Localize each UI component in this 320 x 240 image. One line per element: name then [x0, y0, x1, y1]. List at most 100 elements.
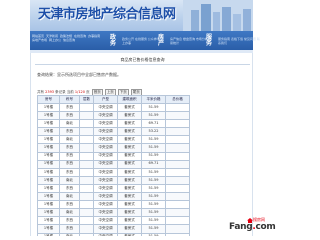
nav-link[interactable]: 房地产市场 — [32, 38, 47, 42]
table-cell — [79, 135, 94, 145]
table-cell: 东西 — [59, 216, 80, 226]
table-cell — [79, 232, 94, 236]
results-table: 房号 栋号 层数 户型 建筑面积 平米价格 总价格 1号楼 东西 中央空调 套房式 51… — [37, 95, 190, 236]
table-cell: 中央空调 — [93, 208, 118, 218]
table-cell — [165, 143, 190, 153]
divider — [35, 64, 250, 65]
table-row[interactable]: 1号楼 东西 中央空调 套房式 51.59 — [37, 143, 190, 153]
pager-suffix: 页 — [86, 90, 90, 94]
column-header[interactable]: 总价格 — [165, 95, 190, 104]
table-cell: 南北 — [59, 192, 80, 202]
table-cell: 51.59 — [141, 200, 166, 210]
table-row[interactable]: 1号楼 南北 中央空调 套房式 69.71 — [37, 119, 190, 129]
table-row[interactable]: 1号楼 东西 中央空调 套房式 51.59 — [37, 111, 190, 121]
table-row[interactable]: 1号楼 东西 中央空调 套房式 69.71 — [37, 159, 190, 169]
nav-link[interactable]: 网上办公 — [49, 38, 61, 42]
column-header[interactable]: 层数 — [79, 95, 94, 104]
table-cell: 1号楼 — [37, 200, 60, 210]
table-row[interactable]: 1号楼 东西 中央空调 套房式 51.59 — [37, 224, 190, 234]
fang-logo[interactable]: 搜房网 Fang.com — [227, 217, 277, 236]
table-row[interactable]: 1号楼 东西 中央空调 套房式 51.59 — [37, 102, 190, 113]
table-cell: 69.71 — [141, 119, 166, 129]
table-cell: 中央空调 — [93, 127, 118, 137]
table-cell — [165, 200, 190, 210]
table-cell: 南北 — [59, 119, 80, 129]
nav-block-heading: 政务 — [110, 33, 117, 47]
table-cell: 1号楼 — [37, 102, 60, 113]
table-cell: 51.59 — [141, 216, 166, 226]
table-cell: 东西 — [59, 127, 80, 137]
table-row[interactable]: 1号楼南北 中央空调套房式51.59 — [37, 175, 190, 185]
table-cell: 套房式 — [117, 232, 142, 236]
pager-prefix: 共有 — [37, 90, 44, 94]
table-cell: 东西 — [59, 200, 80, 210]
table-row[interactable]: 1号楼 东西 中央空调 套房式 53.22 — [37, 127, 190, 137]
table-cell: 东西 — [59, 167, 80, 177]
table-cell: 东西 — [59, 159, 80, 169]
table-cell — [165, 159, 190, 169]
table-cell: 套房式 — [117, 159, 142, 169]
table-cell: 51.59 — [141, 151, 166, 161]
table-cell: 1号楼 — [37, 208, 60, 218]
table-cell: 中央空调 — [93, 183, 118, 194]
table-row[interactable]: 1号楼 东西 中央空调 套房式 51.59 — [37, 216, 190, 226]
table-row[interactable]: 1号楼南北 中央空调套房式51.59 — [37, 232, 190, 236]
table-cell: 中央空调 — [93, 102, 118, 113]
table-cell: 1号楼 — [37, 167, 60, 177]
nav-block-service[interactable]: 服务 服务指南 表格下载 常见问题 联系我们 — [206, 33, 262, 48]
table-row[interactable]: 1号楼 东西 中央空调 套房式 51.59 — [37, 151, 190, 161]
table-cell: 南北 — [59, 135, 80, 145]
site-title[interactable]: 天津市房地产综合信息网 — [38, 3, 176, 22]
table-cell: 套房式 — [117, 151, 142, 161]
nav-link[interactable]: 信息查询 — [63, 38, 75, 42]
table-cell — [79, 183, 94, 194]
table-cell: 1号楼 — [37, 159, 60, 169]
table-row[interactable]: 1号楼 东西 中央空调 套房式 51.59 — [37, 167, 190, 177]
table-cell: 1号楼 — [37, 119, 60, 129]
table-cell: 东西 — [59, 143, 80, 153]
column-header[interactable]: 平米价格 — [141, 95, 166, 104]
logo-wordmark-tld: com — [255, 222, 276, 232]
table-cell: 南北 — [59, 175, 80, 185]
table-cell: 中央空调 — [93, 159, 118, 169]
table-cell: 东西 — [59, 111, 80, 121]
nav-link[interactable]: 在线咨询 — [74, 34, 86, 38]
table-cell: 中央空调 — [93, 111, 118, 121]
page-title: 商品房已售价格信息查询 — [120, 57, 165, 62]
nav-link[interactable]: 办事指南 — [88, 34, 100, 38]
nav-block-heading: 房产 — [158, 33, 165, 47]
column-header[interactable]: 房号 — [37, 95, 60, 104]
table-cell — [79, 127, 94, 137]
table-row[interactable]: 1号楼南北 中央空调套房式51.59 — [37, 135, 190, 145]
table-row[interactable]: 1号楼 东西 中央空调 套房式 51.59 — [37, 200, 190, 210]
table-cell — [165, 216, 190, 226]
column-header[interactable]: 户型 — [93, 95, 118, 104]
table-cell — [165, 192, 190, 202]
column-header[interactable]: 栋号 — [59, 95, 80, 104]
page: 天津市房地产综合信息网 网站首页 天津新闻 政策法规 在线咨询 办事指南房地产市场 网上办… — [0, 0, 277, 236]
table-cell: 东西 — [59, 151, 80, 161]
table-cell: 1号楼 — [37, 216, 60, 226]
nav-link-group: 网站首页 天津新闻 政策法规 在线咨询 办事指南房地产市场 网上办公 信息查询 — [32, 34, 108, 42]
table-cell: 51.59 — [141, 135, 166, 145]
table-row[interactable]: 1号楼 东西 中央空调 套房式 51.59 — [37, 183, 190, 194]
table-row[interactable]: 1号楼南北 中央空调套房式51.59 — [37, 208, 190, 218]
table-cell — [79, 111, 94, 121]
table-cell: 套房式 — [117, 111, 142, 121]
table-cell — [79, 167, 94, 177]
table-cell: 套房式 — [117, 192, 142, 202]
table-row[interactable]: 1号楼南北 中央空调套房式51.59 — [37, 192, 190, 202]
table-cell: 51.59 — [141, 208, 166, 218]
table-cell: 套房式 — [117, 224, 142, 234]
table-cell: 东西 — [59, 102, 80, 113]
result-message: 查询结果：显示所选项目中全部已售房产数据。 — [37, 72, 121, 77]
table-cell: 1号楼 — [37, 224, 60, 234]
table-cell: 中央空调 — [93, 224, 118, 234]
nav-block-links[interactable]: 服务指南 表格下载 常见问题 联系我们 — [218, 37, 262, 45]
column-header[interactable]: 建筑面积 — [117, 95, 142, 104]
table-cell: 套房式 — [117, 143, 142, 153]
table-cell: 套房式 — [117, 183, 142, 194]
table-cell: 1号楼 — [37, 232, 60, 236]
table-cell — [165, 224, 190, 234]
table-cell: 东西 — [59, 183, 80, 194]
